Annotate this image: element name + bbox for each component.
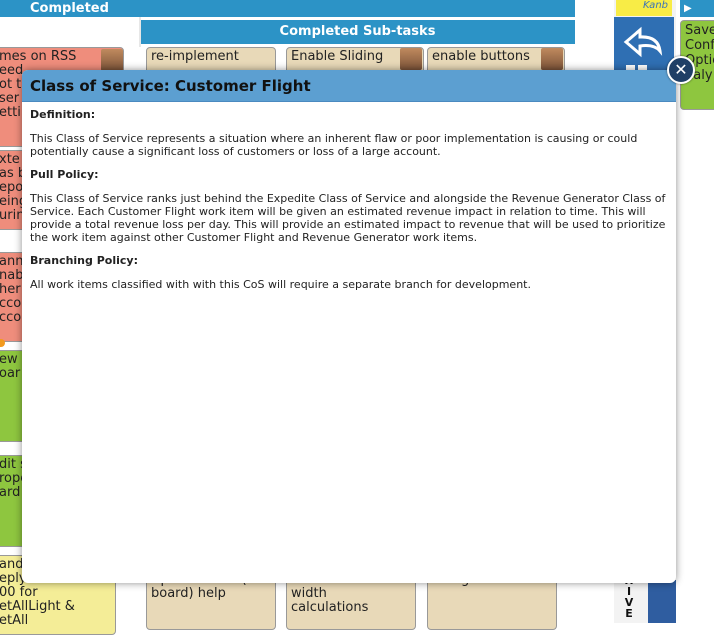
card-line: Conf xyxy=(685,38,714,53)
class-of-service-dialog: Class of Service: Customer Flight Defini… xyxy=(22,70,676,583)
card-line: calculations xyxy=(291,600,369,615)
card-line: etAll xyxy=(0,613,29,628)
far-right-header[interactable]: ▶ xyxy=(680,0,714,17)
dialog-header: Class of Service: Customer Flight xyxy=(22,70,676,102)
undo-arrow-icon xyxy=(623,26,663,71)
definition-heading: Definition: xyxy=(30,108,96,121)
kanban-sticky-logo: Kanb xyxy=(616,0,672,16)
column-divider xyxy=(139,17,141,47)
card-line: etAllLight & xyxy=(0,599,75,614)
card-line: board) help xyxy=(151,586,226,601)
dialog-body: Definition: This Class of Service repres… xyxy=(30,108,666,301)
definition-text: This Class of Service represents a situa… xyxy=(30,132,638,158)
branching-policy-text: All work items classified with with this… xyxy=(30,278,531,291)
dialog-title: Class of Service: Customer Flight xyxy=(30,77,311,95)
avatar xyxy=(541,48,563,70)
archive-letter: E xyxy=(625,607,633,620)
card-line: width xyxy=(291,586,327,601)
avatar xyxy=(400,48,422,70)
priority-marker xyxy=(0,339,5,347)
completed-subtasks-header: Completed Sub-tasks xyxy=(140,20,575,44)
expand-arrow-icon: ▶ xyxy=(684,3,692,14)
close-dialog-button[interactable]: ✕ xyxy=(667,56,695,84)
archive-panel[interactable] xyxy=(648,580,676,623)
completed-column-header: Completed xyxy=(0,0,575,17)
pull-policy-text: This Class of Service ranks just behind … xyxy=(30,192,666,244)
close-icon: ✕ xyxy=(674,60,688,79)
back-button[interactable] xyxy=(614,17,674,75)
pull-policy-heading: Pull Policy: xyxy=(30,168,99,181)
completed-header-label: Completed xyxy=(30,1,109,16)
card-line: 00 for xyxy=(0,585,38,600)
card-line: Save xyxy=(685,23,714,38)
card-line: re-implement xyxy=(151,49,239,64)
branching-policy-heading: Branching Policy: xyxy=(30,254,138,267)
avatar xyxy=(101,49,123,71)
